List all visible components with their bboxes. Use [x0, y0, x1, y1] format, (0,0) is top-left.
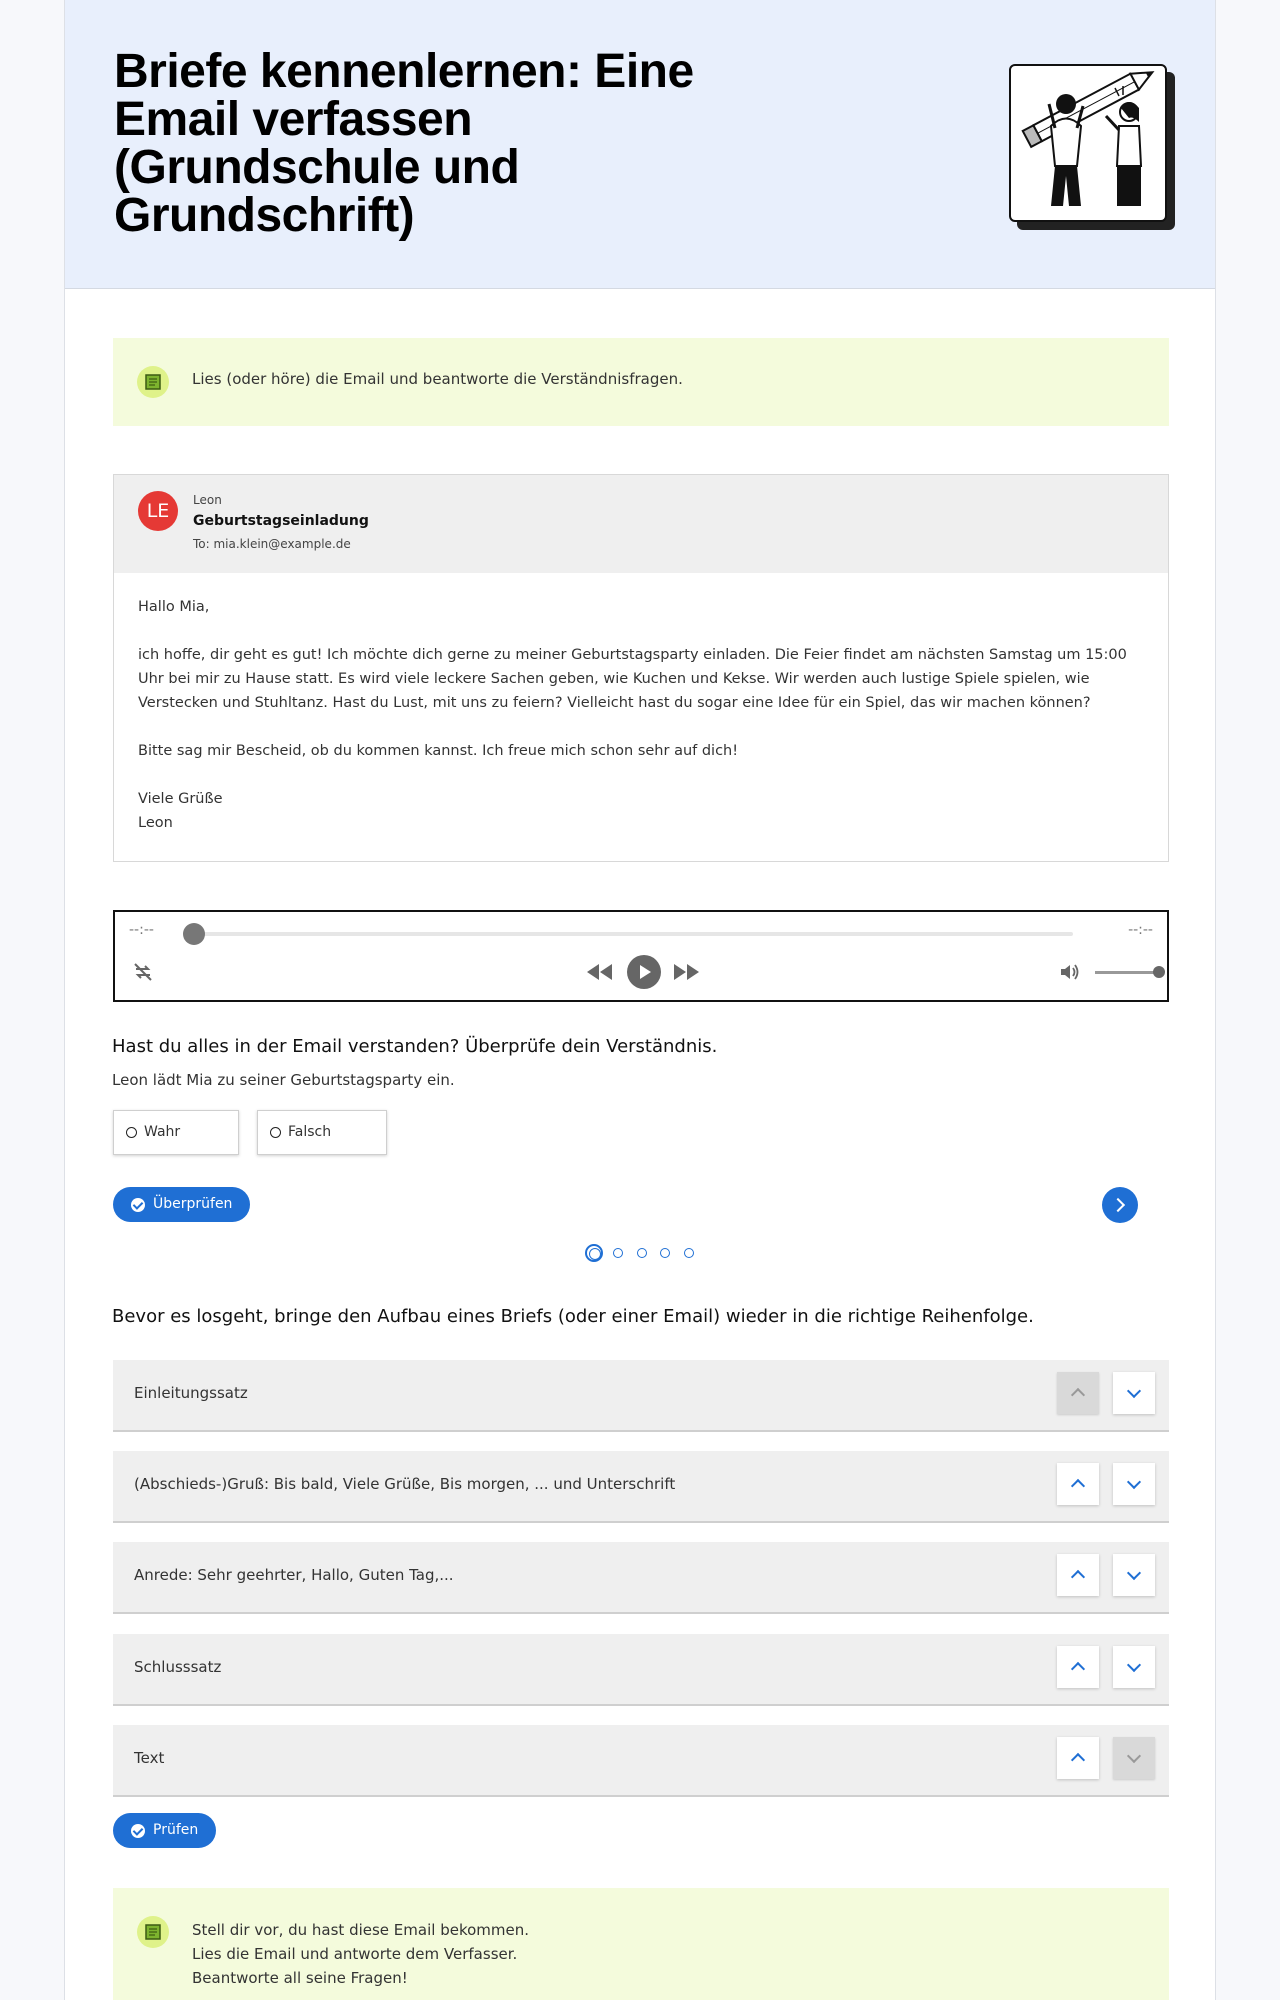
play-icon[interactable]: [627, 955, 661, 989]
move-down-button[interactable]: [1113, 1554, 1155, 1596]
instruction-text: Lies (oder höre) die Email und beantwort…: [192, 370, 683, 388]
page-title: Briefe kennenlernen: Eine Email verfasse…: [114, 45, 694, 242]
move-down-button[interactable]: [1113, 1737, 1155, 1779]
check-answer-button[interactable]: Überprüfen: [113, 1187, 251, 1222]
move-up-button[interactable]: [1057, 1372, 1099, 1414]
quiz-statement: Leon lädt Mia zu seiner Geburtstagsparty…: [112, 1071, 455, 1089]
sort-item-label: (Abschieds-)Gruß: Bis bald, Viele Grüße,…: [134, 1475, 676, 1493]
option-label: Falsch: [288, 1124, 332, 1140]
sort-item-label: Anrede: Sehr geehrter, Hallo, Guten Tag,…: [134, 1566, 454, 1584]
sort-item-label: Einleitungssatz: [134, 1384, 248, 1402]
progress-handle[interactable]: [183, 923, 205, 945]
move-down-button[interactable]: [1113, 1372, 1155, 1414]
volume-slider[interactable]: [1095, 971, 1159, 974]
email-greeting: Hallo Mia,: [138, 599, 210, 615]
sort-item: (Abschieds-)Gruß: Bis bald, Viele Grüße,…: [113, 1451, 1169, 1523]
sort-item: Einleitungssatz: [113, 1360, 1169, 1432]
option-falsch[interactable]: Falsch: [257, 1110, 387, 1155]
task-line: Stell dir vor, du hast diese Email bekom…: [192, 1921, 529, 1939]
check-circle-icon: [131, 1198, 145, 1212]
duration-time: --:--: [1128, 922, 1153, 938]
check-circle-icon: [131, 1824, 145, 1838]
notebook-icon: [137, 366, 169, 398]
pagination-dot[interactable]: [637, 1248, 647, 1258]
option-wahr[interactable]: Wahr: [113, 1110, 239, 1155]
sort-item-label: Text: [134, 1749, 165, 1767]
audio-player: --:-- --:--: [113, 910, 1169, 1002]
check-order-button[interactable]: Prüfen: [113, 1813, 217, 1848]
move-down-button[interactable]: [1113, 1463, 1155, 1505]
sort-item: Anrede: Sehr geehrter, Hallo, Guten Tag,…: [113, 1542, 1169, 1614]
sorting-heading: Bevor es losgeht, bringe den Aufbau eine…: [112, 1306, 1034, 1327]
question-pagination: [585, 1243, 765, 1263]
volume-handle[interactable]: [1153, 966, 1165, 978]
email-header: LE Leon Geburtstagseinladung To: mia.kle…: [114, 475, 1168, 573]
notebook-icon: [137, 1916, 169, 1948]
check-order-label: Prüfen: [153, 1822, 199, 1838]
radio-icon[interactable]: [270, 1127, 281, 1138]
sender-avatar: LE: [138, 491, 178, 531]
check-button-label: Überprüfen: [153, 1196, 233, 1212]
task-line: Lies die Email und antworte dem Verfasse…: [192, 1945, 518, 1963]
email-subject: Geburtstagseinladung: [193, 513, 369, 529]
sort-item: Schlusssatz: [113, 1634, 1169, 1706]
sort-item: Text: [113, 1725, 1169, 1797]
volume-icon[interactable]: [1059, 962, 1081, 982]
sort-item-label: Schlusssatz: [134, 1658, 222, 1676]
move-up-button[interactable]: [1057, 1737, 1099, 1779]
writing-task-box: Stell dir vor, du hast diese Email bekom…: [113, 1888, 1169, 2000]
move-up-button[interactable]: [1057, 1646, 1099, 1688]
loop-icon[interactable]: [131, 960, 155, 984]
fast-forward-icon[interactable]: [671, 962, 701, 982]
writing-task-text: Stell dir vor, du hast diese Email bekom…: [192, 1918, 529, 1990]
progress-bar[interactable]: [193, 932, 1073, 936]
pagination-dot[interactable]: [660, 1248, 670, 1258]
email-card: LE Leon Geburtstagseinladung To: mia.kle…: [113, 474, 1169, 862]
email-paragraph: ich hoffe, dir geht es gut! Ich möchte d…: [138, 647, 1127, 711]
move-up-button[interactable]: [1057, 1554, 1099, 1596]
page-header: Briefe kennenlernen: Eine Email verfasse…: [65, 0, 1215, 289]
email-paragraph: Bitte sag mir Bescheid, ob du kommen kan…: [138, 743, 739, 759]
email-signature: Leon: [138, 815, 173, 831]
next-question-button[interactable]: [1102, 1187, 1138, 1223]
pagination-dot[interactable]: [613, 1248, 623, 1258]
instruction-box: Lies (oder höre) die Email und beantwort…: [113, 338, 1169, 426]
email-closing: Viele Grüße: [138, 791, 223, 807]
quiz-heading: Hast du alles in der Email verstanden? Ü…: [112, 1036, 718, 1057]
pagination-dot-active[interactable]: [585, 1244, 603, 1262]
task-line: Beantworte all seine Fragen!: [192, 1969, 408, 1987]
current-time: --:--: [129, 922, 154, 938]
email-recipient: To: mia.klein@example.de: [193, 537, 351, 551]
pagination-dot[interactable]: [684, 1248, 694, 1258]
move-down-button[interactable]: [1113, 1646, 1155, 1688]
move-up-button[interactable]: [1057, 1463, 1099, 1505]
email-body: Hallo Mia, ich hoffe, dir geht es gut! I…: [138, 595, 1148, 835]
radio-icon[interactable]: [126, 1127, 137, 1138]
option-label: Wahr: [144, 1124, 181, 1140]
page-container: Briefe kennenlernen: Eine Email verfasse…: [64, 0, 1216, 2000]
two-people-holding-giant-pencil-illustration: [1009, 64, 1175, 230]
email-sender: Leon: [193, 493, 222, 507]
rewind-icon[interactable]: [585, 962, 615, 982]
